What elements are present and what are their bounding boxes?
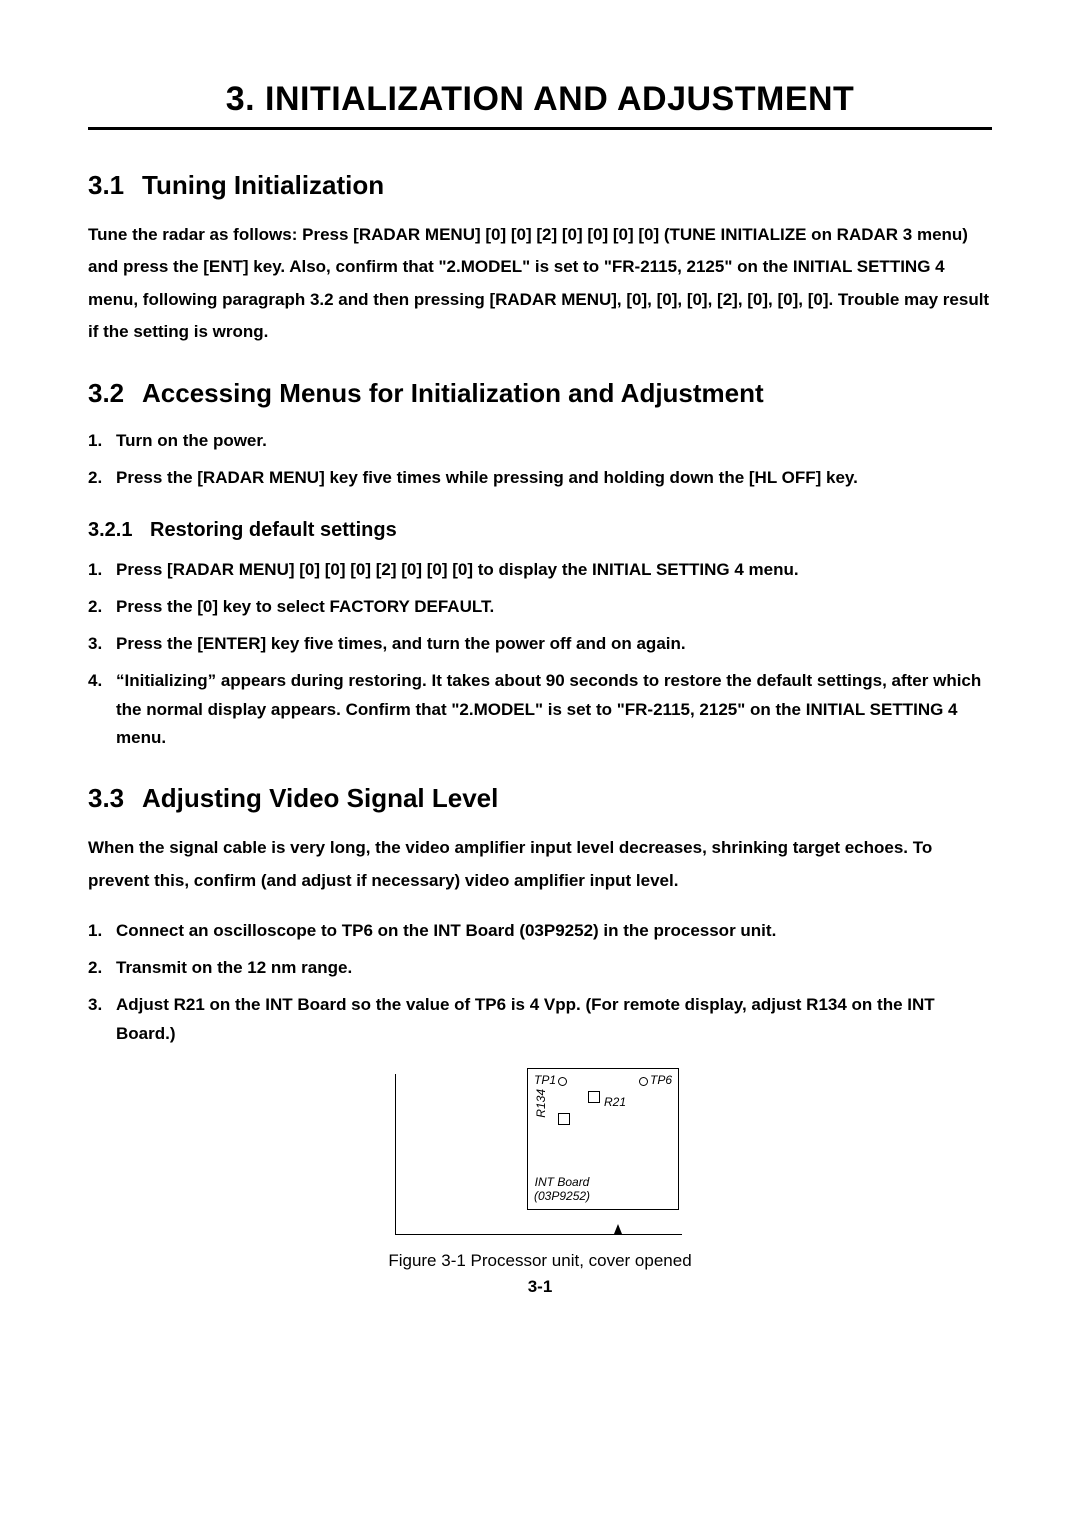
section-3-2-steps: Turn on the power. Press the [RADAR MENU… (88, 427, 992, 493)
tp6-label: TP6 (637, 1073, 672, 1087)
list-item: Adjust R21 on the INT Board so the value… (88, 991, 992, 1049)
figure-caption: Figure 3-1 Processor unit, cover opened (88, 1251, 992, 1271)
section-3-2-1-steps: Press [RADAR MENU] [0] [0] [0] [2] [0] [… (88, 556, 992, 753)
tp-row: TP1 TP6 (534, 1073, 672, 1087)
list-item: “Initializing” appears during restoring.… (88, 667, 992, 754)
chapter-title-text: INITIALIZATION AND ADJUSTMENT (265, 80, 854, 118)
section-3-2-heading: 3.2Accessing Menus for Initialization an… (88, 378, 992, 409)
page-number: 3-1 (88, 1277, 992, 1297)
list-item: Turn on the power. (88, 427, 992, 456)
r21-box-icon (588, 1091, 600, 1103)
figure-3-1: TP1 TP6 R21 R134 INT Board (03P9252) Fig… (88, 1068, 992, 1271)
section-3-1-title: Tuning Initialization (142, 170, 384, 200)
list-item: Press the [RADAR MENU] key five times wh… (88, 464, 992, 493)
section-3-2-title: Accessing Menus for Initialization and A… (142, 378, 764, 408)
r21-label: R21 (604, 1095, 626, 1109)
list-item: Press the [ENTER] key five times, and tu… (88, 630, 992, 659)
chapter-number: 3. (226, 80, 255, 118)
section-3-3-number: 3.3 (88, 783, 142, 814)
tp1-label: TP1 (534, 1073, 569, 1087)
r134-label: R134 (534, 1089, 548, 1118)
section-3-1-heading: 3.1Tuning Initialization (88, 170, 992, 201)
section-3-3-steps: Connect an oscilloscope to TP6 on the IN… (88, 917, 992, 1049)
page: 3. INITIALIZATION AND ADJUSTMENT 3.1Tuni… (0, 0, 1080, 1528)
section-3-3-heading: 3.3Adjusting Video Signal Level (88, 783, 992, 814)
section-3-3-title: Adjusting Video Signal Level (142, 783, 498, 813)
section-3-2-1-title: Restoring default settings (150, 519, 397, 541)
list-item: Transmit on the 12 nm range. (88, 954, 992, 983)
list-item: Press the [0] key to select FACTORY DEFA… (88, 593, 992, 622)
section-3-1-number: 3.1 (88, 170, 142, 201)
title-rule (88, 127, 992, 130)
arrow-up-icon (614, 1224, 622, 1234)
int-board-label: INT Board (03P9252) (534, 1175, 590, 1204)
chapter-title: 3. INITIALIZATION AND ADJUSTMENT (88, 80, 992, 119)
section-3-2-1-heading: 3.2.1Restoring default settings (88, 519, 992, 542)
figure-diagram: TP1 TP6 R21 R134 INT Board (03P9252) (395, 1068, 685, 1238)
list-item: Press [RADAR MENU] [0] [0] [0] [2] [0] [… (88, 556, 992, 585)
tp6-dot-icon (639, 1077, 648, 1086)
tp1-dot-icon (558, 1077, 567, 1086)
section-3-2-number: 3.2 (88, 378, 142, 409)
list-item: Connect an oscilloscope to TP6 on the IN… (88, 917, 992, 946)
int-board-box: TP1 TP6 R21 R134 INT Board (03P9252) (527, 1068, 679, 1210)
section-3-1-body: Tune the radar as follows: Press [RADAR … (88, 219, 992, 348)
section-3-2-1-number: 3.2.1 (88, 519, 150, 542)
r134-box-icon (558, 1113, 570, 1125)
section-3-3-body: When the signal cable is very long, the … (88, 832, 992, 897)
